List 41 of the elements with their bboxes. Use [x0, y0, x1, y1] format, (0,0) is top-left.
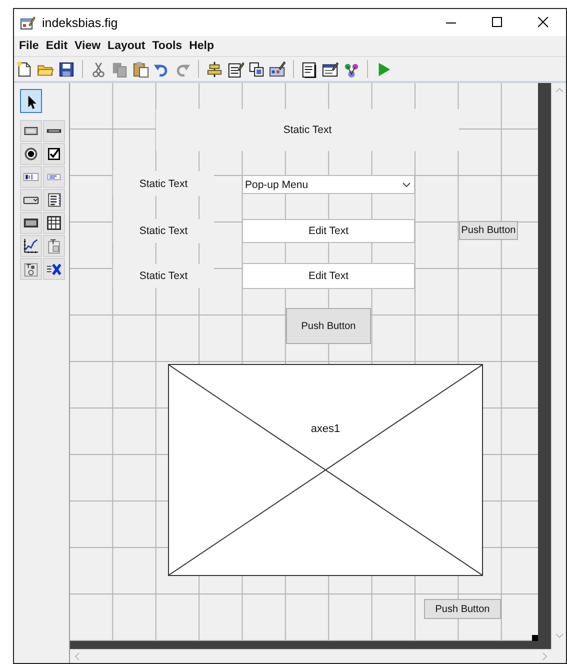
static-text: Static Text [113, 171, 214, 196]
menu-item[interactable]: View [72, 40, 106, 52]
chevron-icon [402, 182, 411, 188]
edit-text-field[interactable]: Edit Text [242, 263, 415, 289]
edit-text-field[interactable]: Edit Text [242, 219, 415, 243]
axes-label: axes1 [310, 423, 340, 435]
activex-icon [46, 261, 62, 277]
align-icon[interactable] [206, 60, 223, 78]
tab-order-icon[interactable] [248, 60, 265, 78]
static-text: Static Text [113, 264, 214, 288]
paste-icon[interactable] [132, 60, 149, 78]
editor-icon[interactable] [301, 60, 318, 78]
menu-item[interactable]: Help [187, 40, 219, 52]
app-icon [20, 14, 36, 30]
cut-icon[interactable] [90, 60, 107, 78]
toolbar-editor-icon[interactable] [269, 60, 286, 78]
menu-item[interactable]: File [17, 40, 44, 52]
table-icon [46, 215, 62, 231]
property-inspector-icon[interactable] [322, 60, 339, 78]
resize-handle[interactable] [532, 635, 538, 641]
palette-button[interactable] [20, 89, 42, 113]
panel-icon [46, 238, 62, 254]
menu-item[interactable]: Layout [106, 40, 150, 52]
listbox-icon [46, 192, 62, 208]
button-group-icon [23, 261, 39, 277]
static-text: Static Text [156, 109, 459, 151]
new-file-icon[interactable] [16, 60, 33, 78]
push-button[interactable]: Push Button [459, 221, 518, 240]
popup-menu[interactable]: Pop-up Menu [242, 175, 415, 194]
axes-icon [23, 238, 39, 254]
copy-icon[interactable] [111, 60, 128, 78]
push-button[interactable]: Push Button [286, 308, 371, 344]
checkbox-icon [46, 146, 62, 162]
window-title: indeksbias.fig [42, 16, 119, 30]
push-button[interactable]: Push Button [424, 599, 501, 619]
menu-item[interactable]: Tools [150, 40, 188, 52]
static-text: Static Text [113, 219, 214, 243]
radio-button-icon [23, 146, 39, 162]
save-icon[interactable] [58, 60, 75, 78]
menu-editor-icon[interactable] [227, 60, 244, 78]
menu-item[interactable]: Edit [44, 40, 73, 52]
